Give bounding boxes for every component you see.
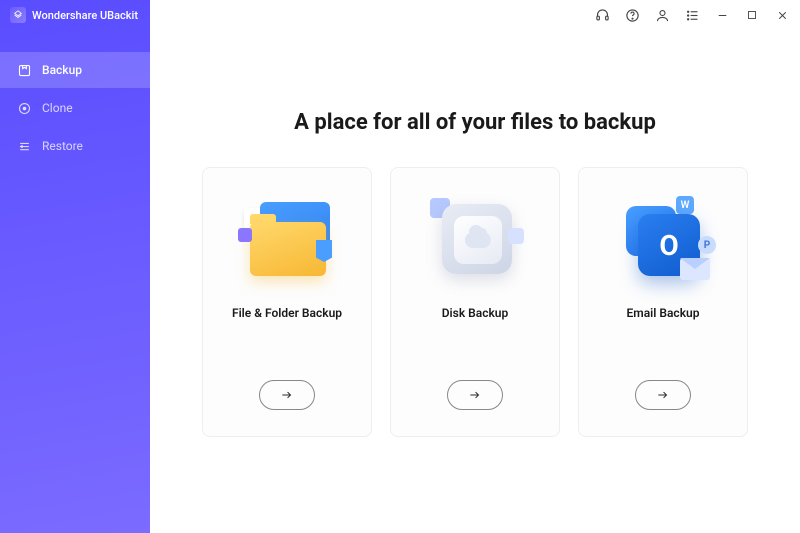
help-icon[interactable] — [624, 7, 640, 23]
card-arrow-button[interactable] — [259, 380, 315, 410]
email-illustration-icon: W O P — [608, 188, 718, 288]
cards-row: File & Folder Backup Disk Backup — [180, 167, 770, 437]
card-disk-backup[interactable]: Disk Backup — [390, 167, 560, 437]
headset-icon[interactable] — [594, 7, 610, 23]
app-title: Wondershare UBackit — [32, 9, 138, 22]
clone-icon — [16, 100, 32, 116]
content: A place for all of your files to backup … — [150, 30, 800, 533]
sidebar-item-clone[interactable]: Clone — [0, 90, 150, 126]
sidebar-item-label: Restore — [42, 139, 83, 153]
close-icon[interactable] — [774, 7, 790, 23]
restore-icon — [16, 138, 32, 154]
user-icon[interactable] — [654, 7, 670, 23]
main: Backup Clone Restore A place for all of … — [0, 30, 800, 533]
card-title: Email Backup — [627, 306, 700, 320]
card-title: File & Folder Backup — [232, 306, 342, 320]
disk-illustration-icon — [420, 188, 530, 288]
minimize-icon[interactable] — [714, 7, 730, 23]
card-arrow-button[interactable] — [635, 380, 691, 410]
backup-icon — [16, 62, 32, 78]
titlebar-left: Wondershare UBackit — [10, 7, 138, 23]
titlebar-controls — [594, 7, 790, 23]
sidebar-item-backup[interactable]: Backup — [0, 52, 150, 88]
card-title: Disk Backup — [442, 306, 509, 320]
card-email-backup[interactable]: W O P Email Backup — [578, 167, 748, 437]
card-file-folder-backup[interactable]: File & Folder Backup — [202, 167, 372, 437]
page-title: A place for all of your files to backup — [180, 110, 770, 135]
app-logo-icon — [10, 7, 26, 23]
sidebar-item-label: Backup — [42, 63, 82, 77]
sidebar: Backup Clone Restore — [0, 0, 150, 533]
folder-illustration-icon — [232, 188, 342, 288]
card-arrow-button[interactable] — [447, 380, 503, 410]
sidebar-item-restore[interactable]: Restore — [0, 128, 150, 164]
list-icon[interactable] — [684, 7, 700, 23]
maximize-icon[interactable] — [744, 7, 760, 23]
sidebar-item-label: Clone — [42, 101, 73, 115]
